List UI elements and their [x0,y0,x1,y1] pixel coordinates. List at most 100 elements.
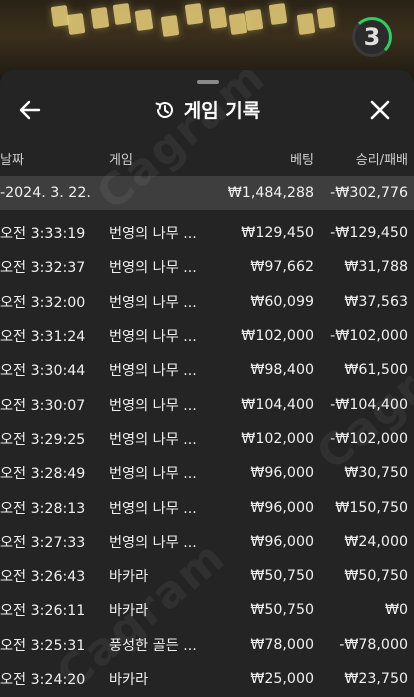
row-bet: ₩25,000 [250,671,314,687]
close-button[interactable] [366,96,394,124]
row-game: 바카라 [109,569,149,586]
title-group: 게임 기록 [0,96,414,123]
history-row[interactable]: 오전 3:29:25 번영의 나무 ... ₩102,000 -₩102,000 [0,422,414,456]
game-history-sheet: 게임 기록 날짜 게임 베팅 승리/패배 -2024. 3. 22. ₩1,48… [0,70,414,697]
history-row[interactable]: 오전 3:32:00 번영의 나무 ... ₩60,099 ₩37,563 [0,285,414,319]
row-bet: ₩96,000 [250,465,314,482]
row-game: 바카라 [109,672,149,688]
sheet-header: 게임 기록 [0,70,414,150]
row-time: 오전 3:30:07 [0,397,86,414]
history-row[interactable]: 오전 3:33:19 번영의 나무 ... ₩129,450 -₩129,450 [0,216,414,250]
row-game: 번영의 나무 ... [109,226,197,243]
row-game: 번영의 나무 ... [109,329,197,346]
history-row[interactable]: 오전 3:27:33 번영의 나무 ... ₩96,000 ₩24,000 [0,525,414,559]
history-icon [155,101,173,118]
row-result: ₩150,750 [335,499,408,516]
row-game: 번영의 나무 ... [109,431,197,448]
lantern-decoration [112,2,132,26]
close-icon [370,100,390,120]
row-time: 오전 3:32:00 [0,294,86,311]
column-result: 승리/패배 [355,153,408,168]
row-bet: ₩102,000 [241,430,314,447]
column-game: 게임 [109,153,133,168]
row-game: 번영의 나무 ... [109,260,197,277]
row-result: ₩0 [384,602,408,619]
row-game: 번영의 나무 ... [109,397,197,414]
row-bet: ₩50,750 [250,602,314,619]
lantern-decoration [268,2,288,26]
lantern-decoration [244,8,264,32]
row-result: ₩50,750 [344,568,408,585]
date-summary-row[interactable]: -2024. 3. 22. ₩1,484,288 -₩302,776 [0,176,414,210]
row-bet: ₩50,750 [250,568,314,585]
history-row[interactable]: 오전 3:30:07 번영의 나무 ... ₩104,400 -₩104,400 [0,387,414,421]
history-list: -2024. 3. 22. ₩1,484,288 -₩302,776 오전 3:… [0,176,414,696]
row-result: ₩31,788 [344,259,408,276]
row-time: 오전 3:26:43 [0,569,86,586]
lantern-decoration [208,6,228,30]
row-bet: ₩96,000 [250,499,314,516]
row-time: 오전 3:28:13 [0,500,86,517]
row-game: 번영의 나무 ... [109,363,197,380]
row-result: -₩102,000 [330,430,408,447]
round-timer: 3 [352,17,392,57]
summary-bet: ₩1,484,288 [227,185,314,201]
lantern-decoration [160,14,180,38]
history-row[interactable]: 오전 3:25:31 풍성한 골든 ... ₩78,000 -₩78,000 [0,628,414,662]
history-row[interactable]: 오전 3:26:11 바카라 ₩50,750 ₩0 [0,593,414,627]
history-row[interactable]: 오전 3:24:20 바카라 ₩25,000 ₩23,750 [0,662,414,696]
lantern-decoration [66,12,86,36]
row-bet: ₩78,000 [250,636,314,653]
row-time: 오전 3:29:25 [0,431,86,448]
row-bet: ₩104,400 [241,396,314,413]
row-bet: ₩96,000 [250,533,314,550]
row-result: ₩61,500 [344,362,408,379]
row-result: -₩104,400 [330,396,408,413]
column-headers: 날짜 게임 베팅 승리/패배 [0,149,414,173]
row-bet: ₩129,450 [241,225,314,242]
row-time: 오전 3:26:11 [0,603,86,620]
summary-result: -₩302,776 [330,185,408,201]
row-time: 오전 3:24:20 [0,672,86,688]
row-bet: ₩97,662 [250,259,314,276]
row-time: 오전 3:30:44 [0,363,86,380]
column-date: 날짜 [0,153,24,168]
row-bet: ₩102,000 [241,328,314,345]
timer-value: 3 [363,23,381,51]
row-result: ₩24,000 [344,533,408,550]
history-row[interactable]: 오전 3:26:43 바카라 ₩50,750 ₩50,750 [0,559,414,593]
page-title: 게임 기록 [183,100,261,122]
row-time: 오전 3:25:31 [0,637,86,654]
history-row[interactable]: 오전 3:30:44 번영의 나무 ... ₩98,400 ₩61,500 [0,353,414,387]
history-row[interactable]: 오전 3:32:37 번영의 나무 ... ₩97,662 ₩31,788 [0,250,414,284]
lantern-decoration [316,6,336,30]
row-result: ₩30,750 [344,465,408,482]
column-bet: 베팅 [290,153,314,168]
row-time: 오전 3:28:49 [0,466,86,483]
lantern-decoration [90,6,110,30]
row-result: -₩78,000 [339,636,408,653]
row-time: 오전 3:32:37 [0,260,86,277]
row-bet: ₩60,099 [250,293,314,310]
history-row[interactable]: 오전 3:28:13 번영의 나무 ... ₩96,000 ₩150,750 [0,490,414,524]
history-row[interactable]: 오전 3:28:49 번영의 나무 ... ₩96,000 ₩30,750 [0,456,414,490]
row-game: 바카라 [109,603,149,620]
row-result: -₩102,000 [330,328,408,345]
row-bet: ₩98,400 [250,362,314,379]
row-time: 오전 3:33:19 [0,226,86,243]
game-background: 3 [0,0,414,80]
lantern-decoration [134,8,154,32]
row-result: ₩23,750 [344,671,408,687]
history-row[interactable]: 오전 3:31:24 번영의 나무 ... ₩102,000 -₩102,000 [0,319,414,353]
row-game: 번영의 나무 ... [109,466,197,483]
row-game: 번영의 나무 ... [109,534,197,551]
row-result: -₩129,450 [330,225,408,242]
lantern-decoration [184,2,204,26]
row-time: 오전 3:31:24 [0,329,86,346]
row-game: 번영의 나무 ... [109,500,197,517]
row-game: 번영의 나무 ... [109,294,197,311]
lantern-decoration [296,12,316,36]
row-game: 풍성한 골든 ... [109,637,197,654]
summary-date: -2024. 3. 22. [0,185,91,201]
row-time: 오전 3:27:33 [0,534,86,551]
